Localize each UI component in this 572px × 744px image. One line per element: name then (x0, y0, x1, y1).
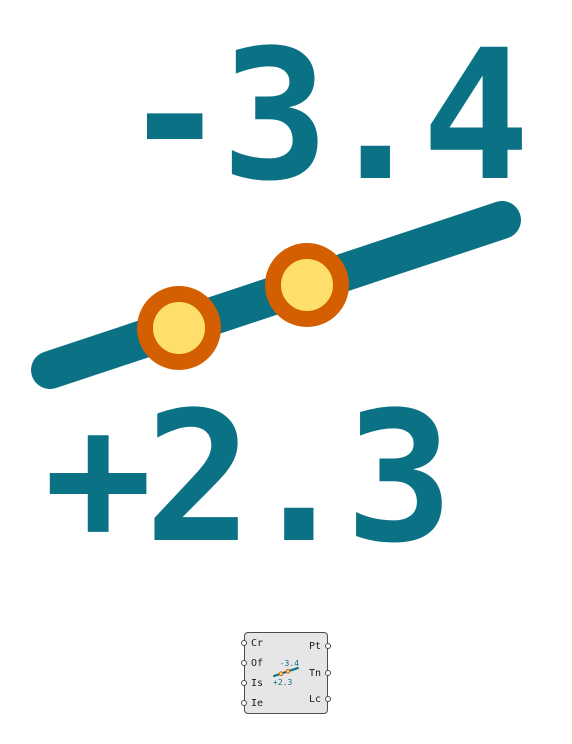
bottom-value-label: +2.3 (44, 374, 445, 583)
input-grip-ie[interactable] (241, 700, 247, 706)
mini-point-2 (285, 669, 291, 674)
output-grip-lc[interactable] (325, 696, 331, 702)
input-grip-is[interactable] (241, 680, 247, 686)
point-marker-2 (265, 243, 349, 327)
output-grip-tn[interactable] (325, 670, 331, 676)
output-grip-pt[interactable] (325, 643, 331, 649)
output-port-pt: Pt (308, 641, 321, 652)
input-port-cr: Cr (251, 638, 264, 649)
input-port-ie: Ie (251, 698, 264, 709)
mini-bottom-value: +2.3 (273, 678, 292, 687)
component-icon-small: -3.4 +2.3 (273, 659, 299, 687)
input-port-is: Is (251, 678, 264, 689)
mini-point-1 (278, 671, 284, 677)
output-port-lc: Lc (308, 694, 321, 705)
top-value-label: -3.4 (121, 12, 523, 221)
component-icon-large: -3.4 +2.3 (31, 12, 531, 583)
mini-top-value: -3.4 (280, 659, 299, 668)
point-marker-1 (137, 286, 221, 370)
output-port-tn: Tn (308, 668, 321, 679)
input-grip-cr[interactable] (241, 640, 247, 646)
input-grip-of[interactable] (241, 660, 247, 666)
grasshopper-component[interactable]: Cr Of Is Ie Pt Tn Lc -3.4 +2.3 (241, 632, 331, 714)
input-port-of: Of (251, 658, 264, 669)
